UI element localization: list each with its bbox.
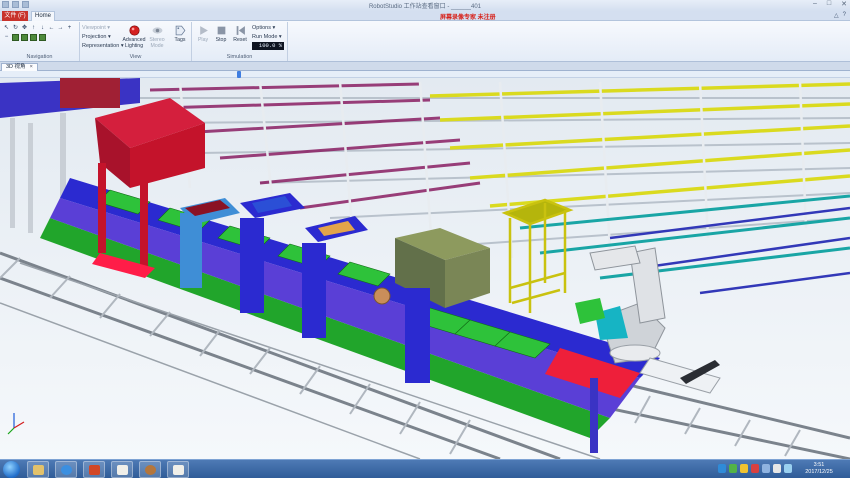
play-label: Play [197,37,209,43]
timeline-slider-thumb[interactable] [236,71,241,78]
select-icon[interactable]: ↖ [3,25,10,32]
tray-recorder-icon[interactable] [751,464,759,473]
help-icon[interactable]: ? [843,12,846,19]
ribbon-collapse-icon[interactable]: △ [834,12,839,19]
robotstudio-viewer-icon [173,465,184,475]
reset-button[interactable]: Reset [231,25,249,43]
tag-icon [175,25,185,36]
group-label-view: View [129,54,142,60]
simulation-speed-field[interactable]: 100.0 % [252,42,284,50]
run-mode-menu[interactable]: Run Mode ▾ [252,34,282,40]
view-selection-icon[interactable] [30,34,37,41]
play-button[interactable]: Play [194,25,212,43]
stop-label: Stop [215,37,227,43]
eye-icon [152,27,162,34]
view-center-icon[interactable] [21,34,28,41]
representation-label: Representation [82,43,120,49]
group-navigation: ↖ ↻ ✥ ↑ ↓ ← → + − Navigation [0,22,80,61]
reset-label: Reset [233,37,247,43]
tray-security-icon[interactable] [729,464,737,473]
taskbar-app-robotstudio[interactable] [111,461,133,478]
pan-icon[interactable]: ✥ [21,25,28,32]
advanced-lighting-label: Advanced Lighting [122,37,146,49]
tab-3d-view-label: 3D 视角 [6,64,26,70]
reset-icon [236,26,245,35]
taskbar-app-internet-explorer[interactable] [55,461,77,478]
taskbar-app-robotstudio-viewer[interactable] [167,461,189,478]
representation-menu[interactable]: Representation ▾ [82,43,124,49]
tray-volume-icon[interactable] [762,464,770,473]
powerpoint-icon [89,465,100,475]
advanced-lighting-button[interactable]: Advanced Lighting [122,25,146,49]
stereo-mode-button[interactable]: Stereo Mode [146,25,168,49]
navigation-tools: ↖ ↻ ✥ ↑ ↓ ← → + − [3,25,75,41]
3d-scene [0,78,850,459]
tags-label: Tags [174,37,186,43]
tray-ime-icon[interactable] [740,464,748,473]
viewpoint-menu[interactable]: Viewpoint ▾ [82,25,110,31]
window-controls: – □ ✕ [813,0,847,8]
system-tray [718,464,792,473]
tray-flag-icon[interactable] [773,464,781,473]
tab-3d-view[interactable]: 3D 视角 × [1,63,38,71]
up-icon[interactable]: ↑ [30,25,37,32]
ribbon: ↖ ↻ ✥ ↑ ↓ ← → + − Navigation Viewpoint ▾… [0,21,850,62]
taskbar-clock[interactable]: 3:51 2017/12/25 [800,462,838,476]
play-icon [199,26,208,35]
timeline-slider[interactable] [0,71,850,78]
start-button[interactable] [3,461,20,478]
clock-date: 2017/12/25 [805,469,833,475]
back-icon[interactable]: ← [48,25,55,32]
folder-icon [33,465,44,475]
3d-viewport[interactable] [0,78,850,459]
tray-network-icon[interactable] [718,464,726,473]
group-view: Viewpoint ▾ Projection ▾ Representation … [80,22,192,61]
viewpoint-label: Viewpoint [82,25,106,31]
recorder-watermark: 屏幕录像专家 未注册 [440,15,496,21]
tags-button[interactable]: Tags [169,25,191,43]
tab-home[interactable]: Home [31,11,55,21]
taskbar-app-explorer[interactable] [27,461,49,478]
group-label-simulation: Simulation [226,54,253,60]
stereo-mode-label: Stereo Mode [149,37,165,49]
rotate-icon[interactable]: ↻ [12,25,19,32]
lighting-icon [128,25,140,36]
group-label-navigation: Navigation [26,54,53,60]
minimize-icon[interactable]: – [813,0,817,8]
run-mode-label: Run Mode [252,34,278,40]
ribbon-right-controls: △ ? [834,12,846,19]
document-tab-bar: 3D 视角 × [0,62,850,71]
stop-button[interactable]: Stop [212,25,230,43]
maximize-icon[interactable]: □ [827,0,831,8]
robotstudio-icon [117,465,128,475]
media-player-icon [145,465,156,475]
zoom-out-icon[interactable]: − [3,34,10,41]
taskbar-app-powerpoint[interactable] [83,461,105,478]
title-bar: RobotStudio 工作站查看窗口 - ______401 – □ ✕ [0,0,850,11]
tray-display-icon[interactable] [784,464,792,473]
camera-icon[interactable] [39,34,46,41]
view-all-icon[interactable] [12,34,19,41]
down-icon[interactable]: ↓ [39,25,46,32]
forward-icon[interactable]: → [57,25,64,32]
options-label: Options [252,25,271,31]
projection-menu[interactable]: Projection ▾ [82,34,111,40]
window-title: RobotStudio 工作站查看窗口 - ______401 [368,4,482,10]
taskbar-app-media-player[interactable] [139,461,161,478]
zoom-in-icon[interactable]: + [66,25,73,32]
ie-icon [61,465,72,475]
close-tab-icon[interactable]: × [30,64,33,70]
close-icon[interactable]: ✕ [841,0,847,8]
projection-label: Projection [82,34,107,40]
clock-time: 3:51 [813,462,825,468]
ribbon-tab-row: 文件 (F) Home 屏幕录像专家 未注册 △ ? [0,11,850,21]
tab-file[interactable]: 文件 (F) [2,11,28,21]
options-menu[interactable]: Options ▾ [252,25,275,31]
taskbar: 3:51 2017/12/25 [0,459,850,478]
stop-icon [217,26,225,35]
